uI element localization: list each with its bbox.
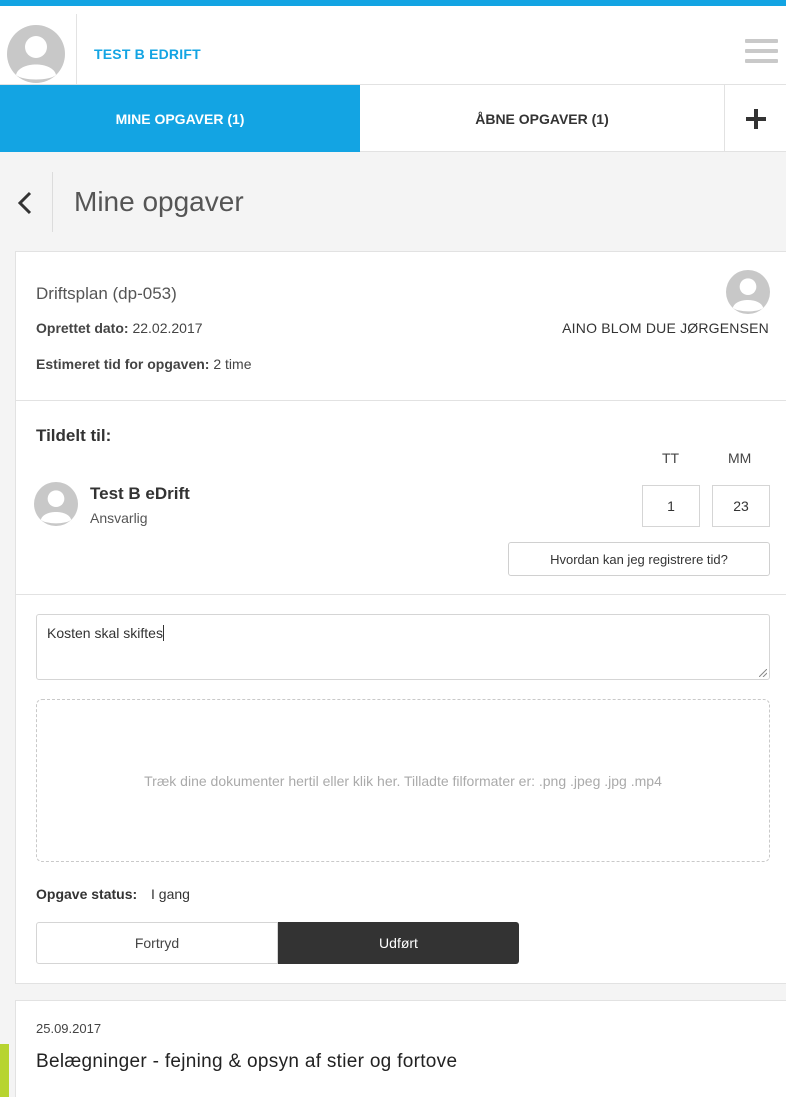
task-status: Opgave status: I gang: [36, 886, 190, 902]
text-caret: [162, 625, 164, 641]
next-task-card[interactable]: 25.09.2017 Belægninger - fejning & opsyn…: [15, 1000, 786, 1097]
section-divider: [16, 400, 786, 401]
assignee-role: Ansvarlig: [90, 510, 148, 526]
status-value: I gang: [151, 886, 190, 902]
page-header: Mine opgaver: [0, 152, 786, 252]
estimate-label: Estimeret tid for opgaven:: [36, 356, 210, 372]
creator-name: AINO BLOM DUE JØRGENSEN: [562, 320, 769, 336]
note-textarea[interactable]: Kosten skal skiftes: [36, 614, 770, 680]
task-card: Driftsplan (dp-053) Oprettet dato: 22.02…: [15, 251, 786, 984]
assignee-avatar-icon: [34, 482, 78, 526]
creator-avatar-icon: [726, 270, 770, 314]
time-help-button[interactable]: Hvordan kan jeg registrere tid?: [508, 542, 770, 576]
done-button[interactable]: Udført: [278, 922, 519, 964]
estimated-time: Estimeret tid for opgaven: 2 time: [36, 356, 251, 372]
hamburger-menu-icon[interactable]: [745, 39, 778, 67]
next-task-date: 25.09.2017: [36, 1021, 102, 1036]
minutes-label: MM: [728, 450, 752, 466]
chevron-left-icon[interactable]: [10, 188, 40, 218]
tab-open-tasks[interactable]: ÅBNE OPGAVER (1): [360, 85, 724, 152]
created-value: 22.02.2017: [132, 320, 203, 336]
assigned-heading: Tildelt til:: [36, 426, 112, 445]
hours-label: TT: [662, 450, 680, 466]
estimate-value: 2 time: [213, 356, 252, 372]
resize-handle-icon[interactable]: [759, 669, 767, 677]
top-bar: TEST B EDRIFT: [0, 0, 786, 85]
hours-input[interactable]: 1: [642, 485, 700, 527]
section-divider: [16, 594, 786, 595]
user-avatar-icon[interactable]: [7, 25, 65, 83]
plus-icon: [745, 108, 766, 129]
dropzone-text: Træk dine dokumenter hertil eller klik h…: [144, 772, 662, 789]
header-separator: [52, 172, 53, 232]
created-date: Oprettet dato: 22.02.2017: [36, 320, 203, 336]
minutes-input[interactable]: 23: [712, 485, 770, 527]
page-title: Mine opgaver: [74, 186, 244, 217]
status-label: Opgave status:: [36, 886, 138, 902]
next-task-title: Belægninger - fejning & opsyn af stier o…: [36, 1051, 458, 1072]
plan-title: Driftsplan (dp-053): [36, 284, 177, 303]
add-task-button[interactable]: [724, 85, 786, 152]
file-dropzone[interactable]: Træk dine dokumenter hertil eller klik h…: [36, 699, 770, 862]
task-color-indicator: [0, 1044, 9, 1097]
note-text: Kosten skal skiftes: [47, 625, 163, 641]
tab-bar: MINE OPGAVER (1) ÅBNE OPGAVER (1): [0, 85, 786, 152]
tab-my-tasks[interactable]: MINE OPGAVER (1): [0, 85, 360, 152]
app-title: TEST B EDRIFT: [94, 46, 201, 62]
created-label: Oprettet dato:: [36, 320, 129, 336]
cancel-button[interactable]: Fortryd: [36, 922, 278, 964]
header-divider: [76, 14, 77, 84]
assignee-name: Test B eDrift: [90, 484, 190, 503]
